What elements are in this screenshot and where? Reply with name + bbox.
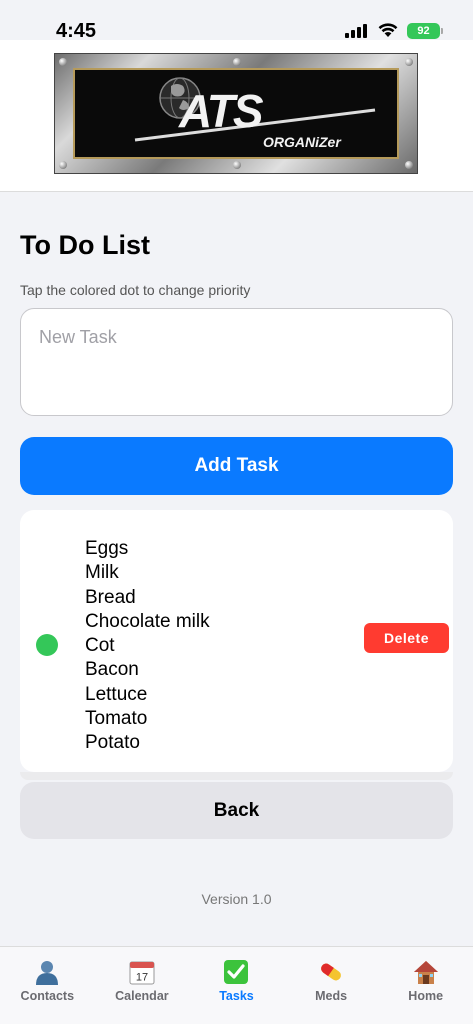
tab-calendar[interactable]: 17 Calendar	[95, 947, 190, 1024]
task-line: Potato	[85, 732, 140, 754]
task-line: Bread	[85, 586, 136, 608]
page-title: To Do List	[20, 230, 150, 260]
cellular-signal-icon	[345, 24, 367, 38]
home-icon	[413, 961, 438, 984]
tab-contacts[interactable]: Contacts	[0, 947, 95, 1024]
priority-dot[interactable]	[36, 634, 58, 656]
calendar-icon: 17	[129, 961, 155, 985]
tab-home[interactable]: Home	[378, 947, 473, 1024]
back-button[interactable]: Back	[20, 782, 453, 839]
task-line: Bacon	[85, 659, 139, 681]
logo-subtitle: ORGANiZer	[263, 134, 341, 150]
pill-icon	[321, 963, 341, 981]
tab-tasks[interactable]: Tasks	[189, 947, 284, 1024]
task-line: Tomato	[85, 708, 148, 730]
calendar-day: 17	[136, 972, 148, 984]
logo-title: ATS	[179, 85, 264, 137]
task-line: Chocolate milk	[85, 610, 210, 632]
task-item: Eggs Milk Bread Chocolate milk Cot Bacon…	[20, 510, 453, 772]
app-header: ATS ORGANiZer	[0, 40, 473, 192]
tab-bar: Contacts 17 Calendar Tasks Meds Home	[0, 946, 473, 1024]
tab-meds[interactable]: Meds	[284, 947, 379, 1024]
wifi-icon	[378, 23, 398, 37]
task-line: Lettuce	[85, 683, 148, 705]
priority-hint: Tap the colored dot to change priority	[20, 282, 251, 298]
task-line: Eggs	[85, 538, 129, 559]
list-divider	[20, 772, 453, 780]
tab-label: Contacts	[20, 989, 75, 1003]
battery-level: 92	[417, 25, 430, 37]
ats-organizer-logo: ATS ORGANiZer	[54, 53, 418, 174]
status-bar: 4:45 92	[0, 0, 473, 42]
tab-label: Meds	[315, 989, 348, 1003]
task-line: Milk	[85, 562, 119, 584]
add-task-button[interactable]: Add Task	[20, 437, 453, 495]
tab-label: Calendar	[115, 989, 169, 1003]
tab-label: Home	[408, 989, 444, 1003]
task-line: Cot	[85, 635, 115, 657]
delete-task-button[interactable]: Delete	[364, 623, 449, 653]
version-label: Version 1.0	[201, 891, 272, 907]
battery-icon: 92	[407, 23, 443, 39]
new-task-input[interactable]	[20, 308, 453, 416]
tasks-checkmark-icon	[224, 960, 249, 984]
logo-panel: ATS ORGANiZer	[73, 68, 399, 159]
tab-label: Tasks	[219, 989, 254, 1003]
task-text: Eggs Milk Bread Chocolate milk Cot Bacon…	[85, 537, 210, 756]
contacts-icon	[36, 961, 59, 985]
